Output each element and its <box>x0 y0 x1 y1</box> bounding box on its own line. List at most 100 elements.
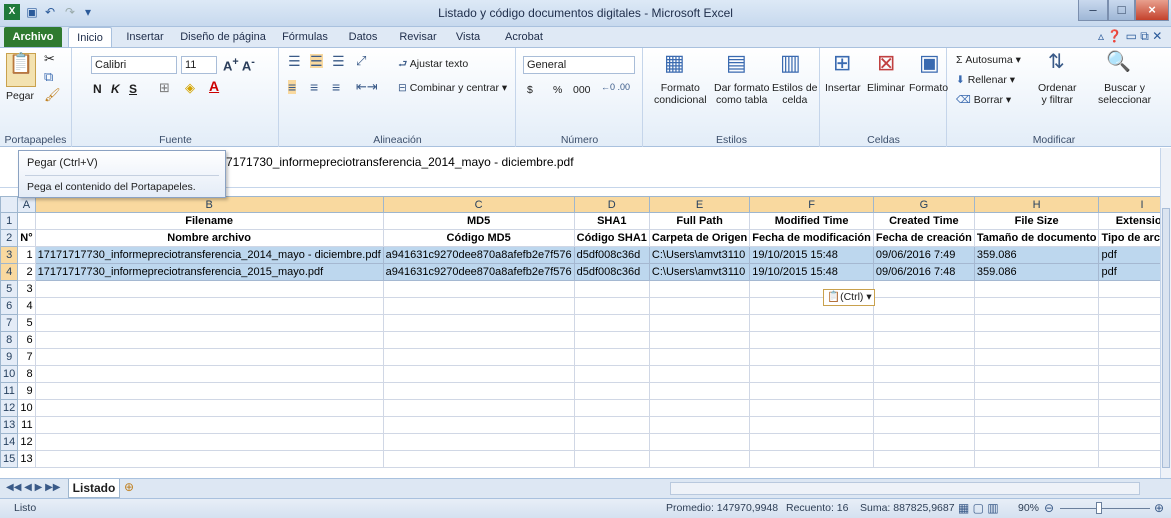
cell-b4[interactable]: 17171717730_informepreciotransferencia_2… <box>34 263 384 281</box>
cell-h11[interactable] <box>973 382 1100 400</box>
cell-b6[interactable] <box>34 297 384 315</box>
tab-insertar[interactable]: Insertar <box>116 27 174 47</box>
delete-cells-icon[interactable]: ⊠ <box>877 52 895 74</box>
orientation-icon[interactable]: ⤢ <box>356 54 366 67</box>
cell-a10[interactable]: 8 <box>17 365 36 383</box>
cell-g4[interactable]: 09/06/2016 7:48 <box>872 263 975 281</box>
cell-d2[interactable]: Código SHA1 <box>573 229 650 247</box>
cut-icon[interactable]: ✂ <box>44 52 55 65</box>
cell-a1[interactable] <box>17 212 36 230</box>
minimize-button[interactable]: – <box>1078 0 1108 21</box>
column-header-d[interactable]: D <box>573 196 650 213</box>
cell-e10[interactable] <box>648 365 751 383</box>
cell-h13[interactable] <box>973 416 1100 434</box>
horizontal-scrollbar[interactable] <box>670 482 1140 495</box>
cell-g8[interactable] <box>872 331 975 349</box>
column-header-c[interactable]: C <box>382 196 575 213</box>
cell-a2[interactable]: N° <box>17 229 36 247</box>
cell-g1[interactable]: Created Time <box>872 212 975 230</box>
view-buttons-icon[interactable]: ▦ ▢ ▥ <box>958 501 999 515</box>
cell-g7[interactable] <box>872 314 975 332</box>
cell-c1[interactable]: MD5 <box>382 212 575 230</box>
cell-b7[interactable] <box>34 314 384 332</box>
cell-a14[interactable]: 12 <box>17 433 36 451</box>
cell-f8[interactable] <box>749 331 874 349</box>
cell-a8[interactable]: 6 <box>17 331 36 349</box>
align-middle-icon[interactable]: ☰ <box>310 54 323 68</box>
grow-font-icon[interactable]: A+ A- <box>223 56 255 73</box>
cell-a3[interactable]: 1 <box>17 246 36 264</box>
column-header-f[interactable]: F <box>749 196 874 213</box>
row-header[interactable]: 13 <box>0 416 19 434</box>
row-header[interactable]: 14 <box>0 433 19 451</box>
cell-a6[interactable]: 4 <box>17 297 36 315</box>
autosum-button[interactable]: Σ Autosuma ▾ <box>956 54 1021 66</box>
cell-d7[interactable] <box>573 314 650 332</box>
row-header[interactable]: 15 <box>0 450 19 468</box>
cell-g14[interactable] <box>872 433 975 451</box>
row-header[interactable]: 6 <box>0 297 19 315</box>
cell-i11[interactable] <box>1098 382 1160 400</box>
align-top-icon[interactable]: ☰ <box>288 54 301 68</box>
cell-c15[interactable] <box>382 450 575 468</box>
cell-b13[interactable] <box>34 416 384 434</box>
align-left-icon[interactable]: ≡ <box>288 80 297 94</box>
cell-e6[interactable] <box>648 297 751 315</box>
row-header[interactable]: 11 <box>0 382 19 400</box>
row-header[interactable]: 10 <box>0 365 19 383</box>
paste-options-button[interactable]: 📋(Ctrl) ▾ <box>823 289 875 306</box>
cell-b9[interactable] <box>34 348 384 366</box>
cell-c6[interactable] <box>382 297 575 315</box>
cell-d4[interactable]: d5df008c36d <box>573 263 650 281</box>
zoom-slider-thumb[interactable] <box>1096 502 1102 514</box>
cell-g3[interactable]: 09/06/2016 7:49 <box>872 246 975 264</box>
cell-e3[interactable]: C:\Users\amvt3110 <box>648 246 751 264</box>
cell-a12[interactable]: 10 <box>17 399 36 417</box>
clear-button[interactable]: ⌫ Borrar ▾ <box>956 94 1011 106</box>
cell-b14[interactable] <box>34 433 384 451</box>
vertical-scrollbar[interactable] <box>1160 148 1171 478</box>
cell-e9[interactable] <box>648 348 751 366</box>
cell-d5[interactable] <box>573 280 650 298</box>
ribbon-controls-icon[interactable]: ▵ ❓ ▭ ⧉ ✕ <box>1098 29 1162 44</box>
cell-f1[interactable]: Modified Time <box>749 212 874 230</box>
row-header[interactable]: 2 <box>0 229 19 247</box>
insert-sheet-icon[interactable]: ⊕ <box>124 480 134 494</box>
cell-c11[interactable] <box>382 382 575 400</box>
cell-e5[interactable] <box>648 280 751 298</box>
cell-i7[interactable] <box>1098 314 1160 332</box>
cell-h15[interactable] <box>973 450 1100 468</box>
row-header[interactable]: 3 <box>0 246 19 264</box>
cell-d8[interactable] <box>573 331 650 349</box>
cell-g11[interactable] <box>872 382 975 400</box>
cell-d15[interactable] <box>573 450 650 468</box>
cell-c10[interactable] <box>382 365 575 383</box>
cell-d3[interactable]: d5df008c36d <box>573 246 650 264</box>
sort-filter-button[interactable]: Ordenar y filtrar <box>1038 82 1077 106</box>
cell-g10[interactable] <box>872 365 975 383</box>
wrap-text-button[interactable]: ⮐ Ajustar texto <box>398 56 468 74</box>
scroll-thumb[interactable] <box>1162 208 1170 468</box>
format-cells-icon[interactable]: ▣ <box>919 52 940 74</box>
cell-h9[interactable] <box>973 348 1100 366</box>
tab-vista[interactable]: Vista <box>448 27 488 47</box>
cell-a5[interactable]: 3 <box>17 280 36 298</box>
cell-g12[interactable] <box>872 399 975 417</box>
cell-i5[interactable] <box>1098 280 1160 298</box>
row-header[interactable]: 7 <box>0 314 19 332</box>
cell-i12[interactable] <box>1098 399 1160 417</box>
cell-i2[interactable]: Tipo de archivo <box>1098 229 1160 247</box>
cell-f3[interactable]: 19/10/2015 15:48 <box>749 246 874 264</box>
cell-d1[interactable]: SHA1 <box>573 212 650 230</box>
cell-f14[interactable] <box>749 433 874 451</box>
cell-g6[interactable] <box>872 297 975 315</box>
cell-g2[interactable]: Fecha de creación <box>872 229 975 247</box>
paste-clipboard-icon[interactable]: 📋 <box>6 53 36 87</box>
cell-h3[interactable]: 359.086 <box>973 246 1100 264</box>
cell-h8[interactable] <box>973 331 1100 349</box>
number-format-select[interactable]: General <box>523 56 635 74</box>
cell-f4[interactable]: 19/10/2015 15:48 <box>749 263 874 281</box>
formula-bar-content[interactable]: 7171730_informepreciotransferencia_2014_… <box>226 155 574 169</box>
tab-datos[interactable]: Datos <box>340 27 386 47</box>
conditional-format-icon[interactable]: ▦ <box>664 52 685 74</box>
